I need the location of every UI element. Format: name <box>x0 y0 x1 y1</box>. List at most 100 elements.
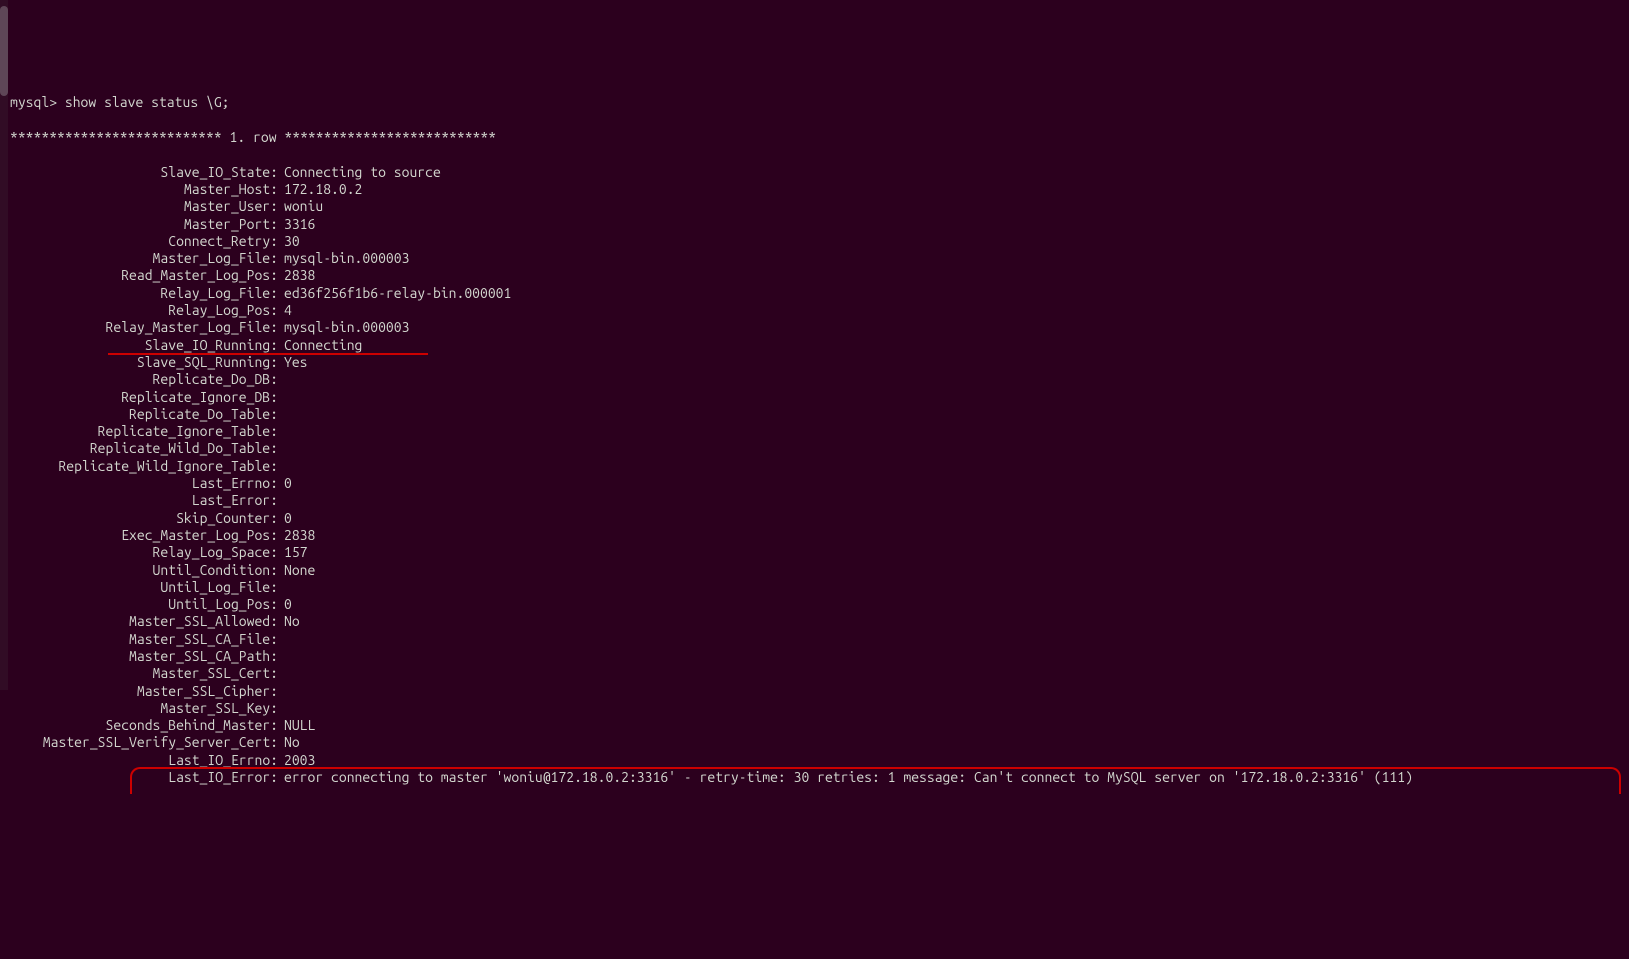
field-value <box>278 665 284 681</box>
field-value: error connecting to master 'woniu@172.18… <box>278 769 1413 785</box>
terminal-output[interactable]: mysql> show slave status \G; ***********… <box>10 77 1619 803</box>
status-field-row: Until_Log_Pos:0 <box>10 596 1619 613</box>
field-label: Skip_Counter: <box>10 510 278 527</box>
field-value: Yes <box>278 354 308 370</box>
field-label: Slave_IO_Running: <box>10 337 278 354</box>
status-field-row: Last_IO_Error:error connecting to master… <box>10 769 1619 786</box>
status-field-row: Master_Port:3316 <box>10 216 1619 233</box>
status-field-row: Slave_IO_State:Connecting to source <box>10 164 1619 181</box>
status-field-row: Last_IO_Errno:2003 <box>10 752 1619 769</box>
field-label: Until_Condition: <box>10 562 278 579</box>
field-label: Master_Log_File: <box>10 250 278 267</box>
field-value: None <box>278 562 315 578</box>
field-value: 157 <box>278 544 308 560</box>
field-label: Seconds_Behind_Master: <box>10 717 278 734</box>
field-value: mysql-bin.000003 <box>278 250 409 266</box>
field-value <box>278 406 284 422</box>
field-value: No <box>278 613 300 629</box>
field-value <box>278 389 284 405</box>
field-value: 0 <box>278 510 292 526</box>
status-field-row: Master_SSL_Verify_Server_Cert:No <box>10 734 1619 751</box>
field-value <box>278 631 284 647</box>
field-value: 172.18.0.2 <box>278 181 362 197</box>
field-value: 30 <box>278 233 300 249</box>
underline-annotation <box>108 353 428 355</box>
field-value: Connecting to source <box>278 164 441 180</box>
field-label: Replicate_Ignore_Table: <box>10 423 278 440</box>
field-value: NULL <box>278 717 315 733</box>
status-field-row: Last_Errno:0 <box>10 475 1619 492</box>
field-value: 0 <box>278 596 292 612</box>
status-field-row: Relay_Master_Log_File:mysql-bin.000003 <box>10 319 1619 336</box>
status-field-row: Skip_Counter:0 <box>10 510 1619 527</box>
field-value <box>278 648 284 664</box>
field-label: Until_Log_File: <box>10 579 278 596</box>
field-label: Master_Port: <box>10 216 278 233</box>
status-field-row: Master_SSL_Key: <box>10 700 1619 717</box>
scrollbar-thumb[interactable] <box>0 6 8 96</box>
status-field-row: Master_SSL_CA_File: <box>10 631 1619 648</box>
status-field-row: Replicate_Do_Table: <box>10 406 1619 423</box>
field-value: mysql-bin.000003 <box>278 319 409 335</box>
field-value <box>278 683 284 699</box>
field-label: Master_SSL_CA_Path: <box>10 648 278 665</box>
status-field-row: Read_Master_Log_Pos:2838 <box>10 267 1619 284</box>
field-value <box>278 440 284 456</box>
scrollbar-track[interactable] <box>0 0 8 690</box>
status-field-row: Until_Condition:None <box>10 562 1619 579</box>
field-label: Replicate_Do_DB: <box>10 371 278 388</box>
field-value <box>278 700 284 716</box>
status-field-row: Master_SSL_Allowed:No <box>10 613 1619 630</box>
field-label: Master_SSL_Key: <box>10 700 278 717</box>
field-value: Connecting <box>278 337 362 353</box>
status-field-row: Slave_SQL_Running:Yes <box>10 354 1619 371</box>
status-field-row: Master_Host:172.18.0.2 <box>10 181 1619 198</box>
field-label: Connect_Retry: <box>10 233 278 250</box>
status-field-row: Connect_Retry:30 <box>10 233 1619 250</box>
field-label: Master_User: <box>10 198 278 215</box>
status-field-row: Master_User:woniu <box>10 198 1619 215</box>
mysql-prompt-line: mysql> show slave status \G; <box>10 94 1619 111</box>
status-field-row: Replicate_Ignore_Table: <box>10 423 1619 440</box>
status-field-row: Master_SSL_CA_Path: <box>10 648 1619 665</box>
field-value: woniu <box>278 198 323 214</box>
status-field-row: Replicate_Ignore_DB: <box>10 389 1619 406</box>
field-label: Replicate_Do_Table: <box>10 406 278 423</box>
field-value <box>278 579 284 595</box>
row-header: *************************** 1. row *****… <box>10 129 1619 146</box>
status-field-row: Master_SSL_Cert: <box>10 665 1619 682</box>
status-field-row: Last_Error: <box>10 492 1619 509</box>
field-value <box>278 371 284 387</box>
field-label: Replicate_Wild_Ignore_Table: <box>10 458 278 475</box>
field-label: Last_IO_Error: <box>10 769 278 786</box>
field-label: Last_Errno: <box>10 475 278 492</box>
field-label: Master_SSL_Allowed: <box>10 613 278 630</box>
field-label: Last_Error: <box>10 492 278 509</box>
status-field-row: Relay_Log_Space:157 <box>10 544 1619 561</box>
field-label: Relay_Master_Log_File: <box>10 319 278 336</box>
field-value <box>278 458 284 474</box>
status-field-row: Seconds_Behind_Master:NULL <box>10 717 1619 734</box>
field-value: 2003 <box>278 752 315 768</box>
field-label: Replicate_Ignore_DB: <box>10 389 278 406</box>
field-value: 4 <box>278 302 292 318</box>
field-label: Relay_Log_Pos: <box>10 302 278 319</box>
field-label: Master_Host: <box>10 181 278 198</box>
field-label: Relay_Log_Space: <box>10 544 278 561</box>
status-field-row: Replicate_Wild_Do_Table: <box>10 440 1619 457</box>
field-value <box>278 423 284 439</box>
field-value <box>278 492 284 508</box>
status-field-row: Replicate_Wild_Ignore_Table: <box>10 458 1619 475</box>
status-field-row: Until_Log_File: <box>10 579 1619 596</box>
field-label: Master_SSL_Cipher: <box>10 683 278 700</box>
field-label: Slave_SQL_Running: <box>10 354 278 371</box>
field-label: Relay_Log_File: <box>10 285 278 302</box>
field-value: ed36f256f1b6-relay-bin.000001 <box>278 285 511 301</box>
status-field-row: Exec_Master_Log_Pos:2838 <box>10 527 1619 544</box>
field-value: 0 <box>278 475 292 491</box>
field-label: Replicate_Wild_Do_Table: <box>10 440 278 457</box>
field-value: No <box>278 734 300 750</box>
field-label: Master_SSL_Verify_Server_Cert: <box>10 734 278 751</box>
field-label: Until_Log_Pos: <box>10 596 278 613</box>
field-label: Master_SSL_Cert: <box>10 665 278 682</box>
